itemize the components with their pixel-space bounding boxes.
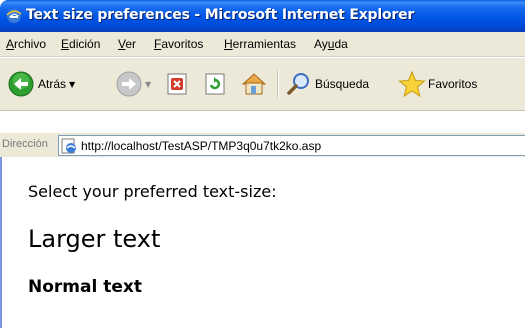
favorites-button[interactable]: Favoritos xyxy=(398,68,477,100)
menu-ayuda[interactable]: Ayuda xyxy=(314,37,348,51)
stop-button[interactable] xyxy=(165,68,189,100)
normal-text-option[interactable]: Normal text xyxy=(28,277,142,297)
page-icon xyxy=(61,138,76,154)
search-button[interactable]: Búsqueda xyxy=(286,68,369,100)
menu-favoritos[interactable]: Favoritos xyxy=(154,37,203,51)
search-icon xyxy=(287,73,309,95)
menu-herramientas[interactable]: Herramientas xyxy=(224,37,296,51)
address-url: http://localhost/TestASP/TMP3q0u7tk2ko.a… xyxy=(81,139,322,153)
browser-window: Text size preferences - Microsoft Intern… xyxy=(0,0,525,328)
back-arrow-icon xyxy=(8,71,34,97)
home-icon xyxy=(241,73,267,95)
menu-edicion[interactable]: Edición xyxy=(61,37,100,51)
address-label: Dirección xyxy=(2,138,48,150)
forward-button[interactable]: ▼ xyxy=(116,68,151,100)
back-button[interactable]: Atrás ▼ xyxy=(8,68,75,100)
home-button[interactable] xyxy=(240,68,268,100)
favorites-label: Favoritos xyxy=(428,77,478,91)
title-bar: Text size preferences - Microsoft Intern… xyxy=(0,0,525,32)
refresh-icon xyxy=(205,73,225,95)
text-size-prompt: Select your preferred text-size: xyxy=(28,182,277,201)
larger-text-option[interactable]: Larger text xyxy=(28,225,160,253)
forward-arrow-icon xyxy=(116,71,142,97)
internet-explorer-icon xyxy=(6,9,22,23)
address-bar: Dirección http://localhost/TestASP/TMP3q… xyxy=(0,132,525,158)
menu-ver[interactable]: Ver xyxy=(118,37,136,51)
back-label: Atrás xyxy=(38,77,67,91)
stop-icon xyxy=(167,73,187,95)
page-content: Select your preferred text-size: Larger … xyxy=(0,157,525,328)
menu-archivo[interactable]: Archivo xyxy=(6,37,46,51)
refresh-button[interactable] xyxy=(203,68,227,100)
toolbar-separator xyxy=(277,70,279,98)
favorites-star-icon xyxy=(398,70,426,98)
menu-bar: Archivo Edición Ver Favoritos Herramient… xyxy=(0,32,525,57)
search-label: Búsqueda xyxy=(315,77,370,91)
forward-dropdown-icon[interactable]: ▼ xyxy=(145,80,151,89)
toolbar: Atrás ▼ ▼ Búsqueda Favoritos xyxy=(0,57,525,111)
back-dropdown-icon[interactable]: ▼ xyxy=(69,80,75,89)
window-title: Text size preferences - Microsoft Intern… xyxy=(26,7,415,23)
address-input[interactable]: http://localhost/TestASP/TMP3q0u7tk2ko.a… xyxy=(58,135,525,156)
